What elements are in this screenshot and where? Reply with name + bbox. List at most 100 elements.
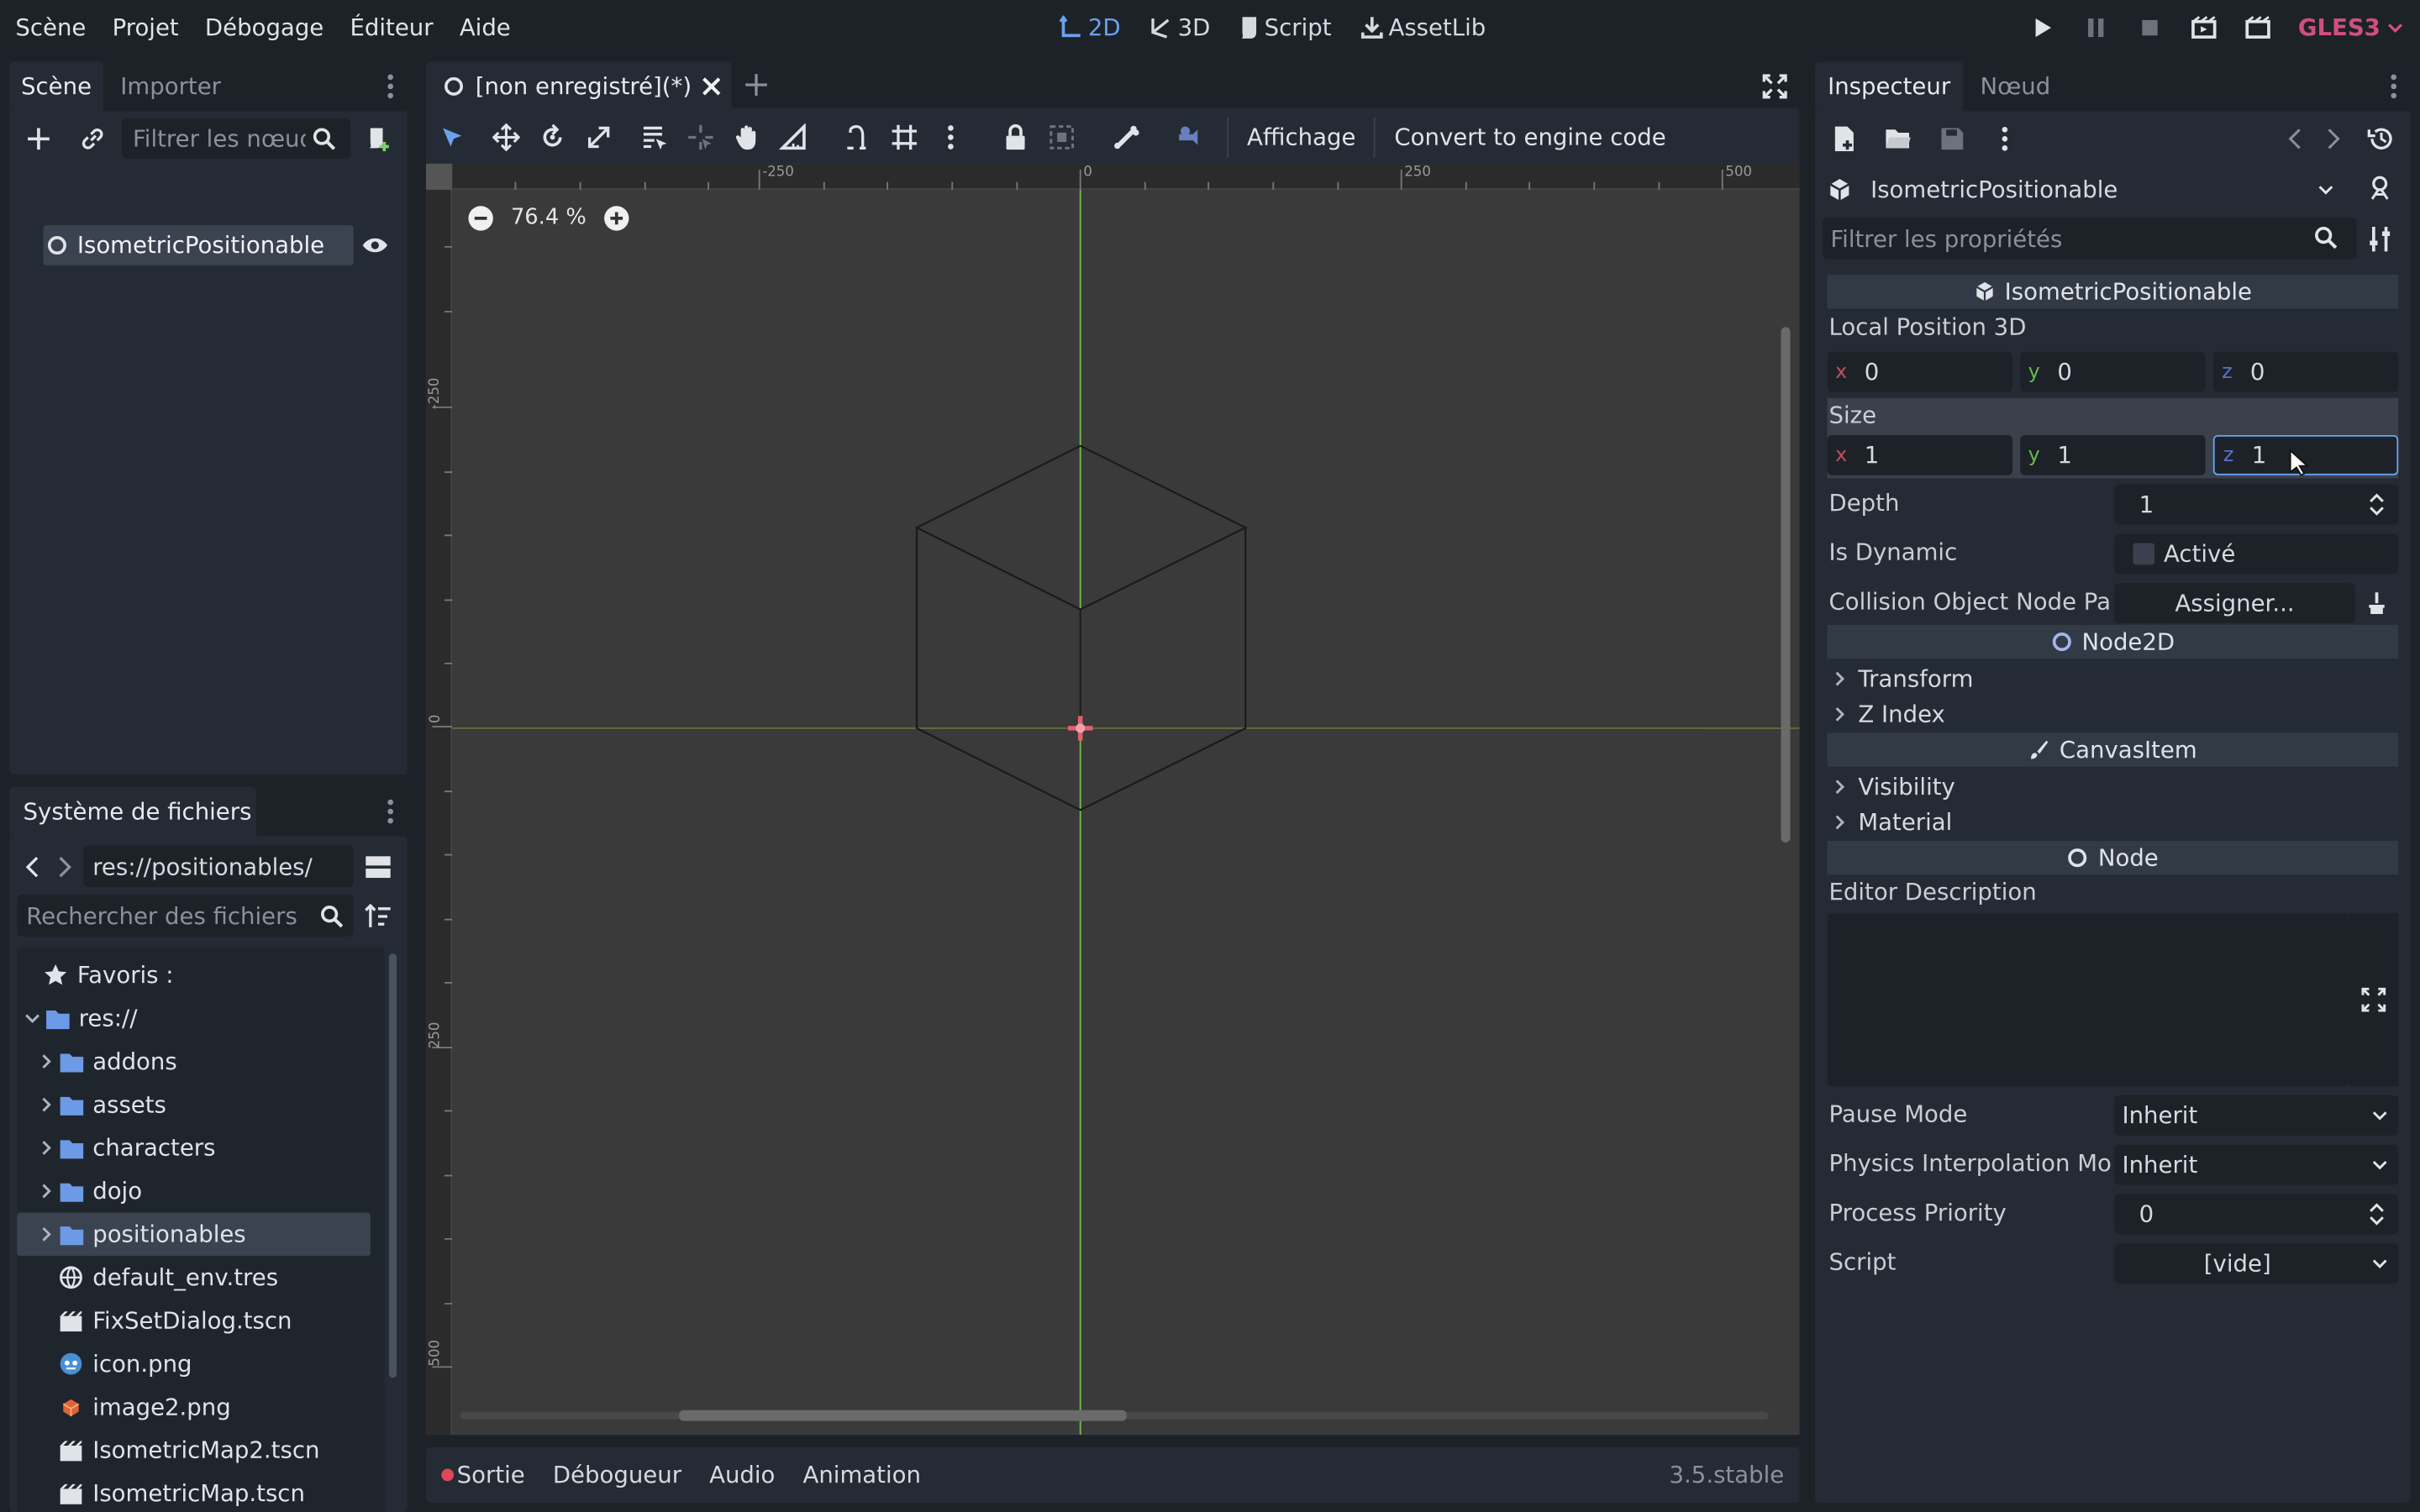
vertical-scrollbar[interactable] <box>1781 327 1791 843</box>
physics-interpolation-select[interactable]: Inherit <box>2114 1144 2399 1185</box>
horizontal-scrollbar[interactable] <box>679 1410 1127 1421</box>
sort-icon[interactable] <box>364 902 392 930</box>
size-z[interactable]: z 1 <box>2212 434 2399 476</box>
section-visibility[interactable]: Visibility <box>1833 770 1955 804</box>
add-tab-icon[interactable] <box>744 72 768 97</box>
file-tree-scrollbar[interactable] <box>388 953 397 1378</box>
file-item[interactable]: IsometricMap2.tscn <box>17 1429 384 1472</box>
workspace-2d-button[interactable]: 2D <box>1059 14 1121 42</box>
view-menu[interactable]: Affichage <box>1238 123 1365 151</box>
group-button[interactable] <box>1039 114 1085 160</box>
folder-item[interactable]: characters <box>17 1126 384 1169</box>
is-dynamic-checkbox[interactable]: Activé <box>2114 533 2399 575</box>
visibility-eye-icon[interactable] <box>361 233 389 257</box>
scale-mode-button[interactable] <box>576 114 622 160</box>
scene-tab[interactable]: [non enregistré](*) <box>425 61 732 112</box>
zoom-in-icon[interactable] <box>603 204 629 230</box>
move-mode-button[interactable] <box>483 114 529 160</box>
resource-options-icon[interactable] <box>2000 125 2009 153</box>
play-scene-icon[interactable] <box>2190 14 2217 42</box>
snap-options-button[interactable] <box>928 114 974 160</box>
history-forward-icon[interactable] <box>2326 128 2341 150</box>
play-custom-scene-icon[interactable] <box>2244 14 2272 42</box>
camera-override-button[interactable] <box>1165 114 1212 160</box>
workspace-script-button[interactable]: Script <box>1238 14 1332 42</box>
tab-debugger[interactable]: Débogueur <box>553 1461 681 1488</box>
more-options-icon[interactable] <box>2389 72 2398 100</box>
folder-item[interactable]: dojo <box>17 1169 384 1212</box>
ruler-mode-button[interactable] <box>771 114 817 160</box>
renderer-selector[interactable]: GLES3 <box>2298 14 2405 42</box>
list-select-button[interactable] <box>631 114 677 160</box>
tab-inspector[interactable]: Inspecteur <box>1814 61 1964 112</box>
menu-project[interactable]: Projet <box>113 14 179 42</box>
menu-help[interactable]: Aide <box>460 14 511 42</box>
pause-icon[interactable] <box>2082 14 2110 42</box>
rotate-mode-button[interactable] <box>529 114 576 160</box>
play-icon[interactable] <box>2028 14 2055 42</box>
distraction-free-icon[interactable] <box>1761 72 1789 100</box>
back-arrow-icon[interactable] <box>24 856 39 878</box>
zoom-out-icon[interactable] <box>468 204 494 230</box>
bones-button[interactable] <box>1103 114 1150 160</box>
smart-snap-button[interactable] <box>835 114 881 160</box>
section-transform[interactable]: Transform <box>1833 662 1973 696</box>
collision-assign-button[interactable]: Assigner... <box>2114 583 2355 624</box>
file-search-input[interactable]: Rechercher des fichiers <box>17 895 354 937</box>
workspace-assetlib-button[interactable]: AssetLib <box>1360 14 1486 42</box>
filter-options-icon[interactable] <box>2367 225 2395 253</box>
clear-brush-icon[interactable] <box>2365 591 2389 615</box>
pivot-button[interactable] <box>677 114 723 160</box>
object-selector[interactable]: IsometricPositionable <box>1823 170 2347 210</box>
pan-mode-button[interactable] <box>723 114 770 160</box>
res-root-row[interactable]: res:// <box>17 997 384 1040</box>
local-position-y[interactable]: y 0 <box>2020 351 2206 392</box>
split-view-icon[interactable] <box>364 853 392 881</box>
add-node-icon[interactable] <box>26 127 50 151</box>
menu-scene[interactable]: Scène <box>15 14 86 42</box>
property-filter-input[interactable]: Filtrer les propriétés <box>1823 217 2357 260</box>
save-icon[interactable] <box>1939 125 1966 153</box>
folder-item[interactable]: addons <box>17 1040 384 1083</box>
scene-tree-root[interactable]: IsometricPositionable <box>43 225 354 265</box>
stop-icon[interactable] <box>2136 14 2164 42</box>
open-folder-icon[interactable] <box>1885 125 1912 153</box>
file-item[interactable]: IsometricMap.tscn <box>17 1472 384 1512</box>
tab-scene[interactable]: Scène <box>9 61 104 112</box>
process-priority-spinbox[interactable]: 0 <box>2114 1194 2399 1235</box>
more-options-icon[interactable] <box>386 798 395 826</box>
size-x[interactable]: x 1 <box>1827 434 2013 475</box>
path-field[interactable]: res://positionables/ <box>83 845 354 888</box>
forward-arrow-icon[interactable] <box>57 856 72 878</box>
file-item[interactable]: image2.png <box>17 1385 384 1428</box>
close-tab-icon[interactable] <box>701 76 723 97</box>
object-tools-icon[interactable] <box>2367 175 2395 202</box>
grid-snap-button[interactable] <box>881 114 928 160</box>
zoom-level[interactable]: 76.4 % <box>511 205 587 229</box>
file-item[interactable]: FixSetDialog.tscn <box>17 1299 384 1342</box>
tab-import[interactable]: Importer <box>120 61 221 111</box>
workspace-3d-button[interactable]: 3D <box>1149 14 1210 42</box>
file-item[interactable]: default_env.tres <box>17 1256 384 1299</box>
folder-item[interactable]: assets <box>17 1083 384 1126</box>
link-icon[interactable] <box>81 127 105 151</box>
history-icon[interactable] <box>2367 125 2395 153</box>
favorites-row[interactable]: Favoris : <box>17 953 384 996</box>
lock-button[interactable] <box>992 114 1039 160</box>
select-mode-button[interactable] <box>429 114 476 160</box>
tab-animation[interactable]: Animation <box>802 1461 920 1488</box>
depth-spinbox[interactable]: 1 <box>2114 484 2399 525</box>
menu-editor[interactable]: Éditeur <box>350 14 434 42</box>
expand-icon[interactable] <box>2361 987 2386 1012</box>
size-y[interactable]: y 1 <box>2020 434 2206 475</box>
history-back-icon[interactable] <box>2287 128 2302 150</box>
local-position-x[interactable]: x 0 <box>1827 351 2013 392</box>
attach-script-icon[interactable] <box>364 125 392 153</box>
convert-to-engine-code-button[interactable]: Convert to engine code <box>1385 123 1675 151</box>
file-item[interactable]: icon.png <box>17 1342 384 1385</box>
new-resource-icon[interactable] <box>1830 125 1858 153</box>
tab-node[interactable]: Nœud <box>1980 61 2050 111</box>
tab-output[interactable]: Sortie <box>441 1461 525 1488</box>
tab-filesystem[interactable]: Système de fichiers <box>9 786 256 837</box>
pause-mode-select[interactable]: Inherit <box>2114 1095 2399 1136</box>
